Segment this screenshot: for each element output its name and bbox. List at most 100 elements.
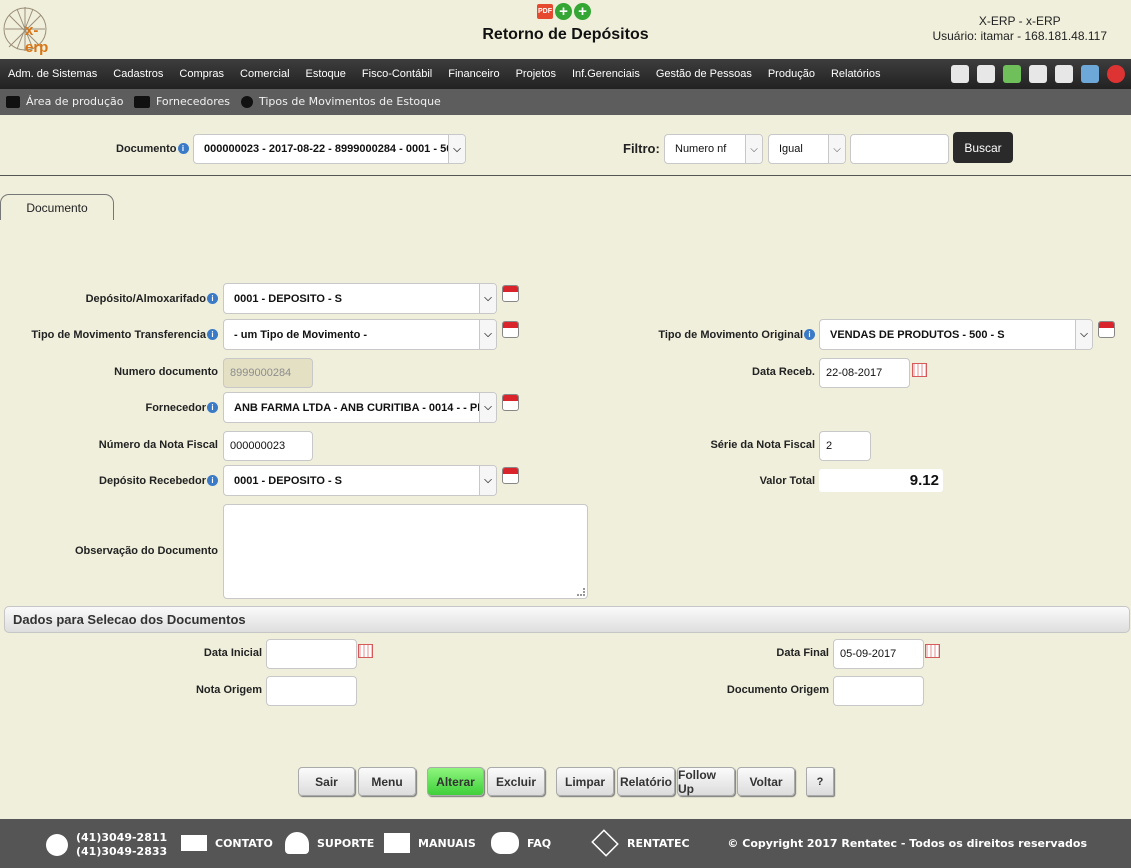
tab-documento[interactable]: Documento xyxy=(0,194,114,220)
help-button[interactable]: ? xyxy=(806,767,834,796)
toolbar-icons xyxy=(951,65,1125,83)
valor-total-value: 9.12 xyxy=(819,469,943,492)
footer-contato[interactable]: CONTATO xyxy=(181,835,273,851)
menu-inf-gerenciais[interactable]: Inf.Gerenciais xyxy=(572,68,640,80)
limpar-button[interactable]: Limpar xyxy=(556,767,614,796)
fornecedor-select[interactable]: ANB FARMA LTDA - ANB CURITIBA - 0014 - -… xyxy=(223,392,497,423)
calendar-icon[interactable] xyxy=(502,285,519,302)
date-picker-icon[interactable] xyxy=(358,644,373,658)
network-icon[interactable] xyxy=(1081,65,1099,83)
calendar-icon[interactable] xyxy=(502,321,519,338)
footer-suporte[interactable]: SUPORTE xyxy=(285,832,374,854)
relatorio-button[interactable]: Relatório xyxy=(617,767,675,796)
filter-field-select[interactable]: Numero nf ⌵ xyxy=(664,134,763,164)
menu-adm-sistemas[interactable]: Adm. de Sistemas xyxy=(8,68,97,80)
tipo-original-select-value: VENDAS DE PRODUTOS - 500 - S xyxy=(830,328,1005,341)
info-icon[interactable]: i xyxy=(207,293,218,304)
power-icon[interactable] xyxy=(1107,65,1125,83)
shortcut-fornecedores[interactable]: Fornecedores xyxy=(134,95,230,108)
calendar-icon[interactable] xyxy=(1098,321,1115,338)
voltar-button[interactable]: Voltar xyxy=(737,767,795,796)
data-receb-input[interactable]: 22-08-2017 xyxy=(819,358,910,388)
menu-cadastros[interactable]: Cadastros xyxy=(113,68,163,80)
info-icon[interactable]: i xyxy=(804,329,815,340)
footer-faq-label: FAQ xyxy=(527,836,552,850)
list-icon[interactable] xyxy=(1055,65,1073,83)
observacao-textarea[interactable] xyxy=(223,504,588,599)
menu-fisco-contabil[interactable]: Fisco-Contábil xyxy=(362,68,432,80)
footer-rentatec[interactable]: RENTATEC xyxy=(591,829,690,857)
buscar-button[interactable]: Buscar xyxy=(953,132,1013,163)
fornecedor-label: Fornecedor i xyxy=(145,402,218,414)
deposito-label-text: Depósito/Almoxarifado xyxy=(85,293,206,305)
serie-input[interactable]: 2 xyxy=(819,431,871,461)
data-final-input[interactable]: 05-09-2017 xyxy=(833,639,924,669)
date-picker-icon[interactable] xyxy=(912,363,927,377)
menu-projetos[interactable]: Projetos xyxy=(516,68,556,80)
calendar-icon[interactable] xyxy=(502,394,519,411)
recycle-icon[interactable] xyxy=(1003,65,1021,83)
data-inicial-input[interactable] xyxy=(266,639,357,669)
chevron-down-icon: ⌵ xyxy=(479,466,496,495)
nota-fiscal-input[interactable]: 000000023 xyxy=(223,431,313,461)
menu-relatorios[interactable]: Relatórios xyxy=(831,68,881,80)
menu-financeiro[interactable]: Financeiro xyxy=(448,68,499,80)
menu-estoque[interactable]: Estoque xyxy=(306,68,346,80)
add-new-icon[interactable]: + xyxy=(574,3,591,20)
shortcut-label: Tipos de Movimentos de Estoque xyxy=(259,95,441,108)
document-icon[interactable] xyxy=(1029,65,1047,83)
info-icon[interactable]: i xyxy=(177,143,189,154)
documento-select-value: 000000023 - 2017-08-22 - 8999000284 - 00… xyxy=(204,143,459,155)
header-actions: PDF + + xyxy=(537,3,591,20)
filter-operator-select[interactable]: Igual ⌵ xyxy=(768,134,846,164)
menu-compras[interactable]: Compras xyxy=(179,68,224,80)
phone-number-1: (41)3049-2811 xyxy=(76,831,168,844)
numero-doc-input: 8999000284 xyxy=(223,358,313,388)
nota-origem-input[interactable] xyxy=(266,676,357,706)
date-picker-icon[interactable] xyxy=(925,644,940,658)
footer-faq[interactable]: FAQ xyxy=(491,832,551,854)
tipo-transf-select[interactable]: - um Tipo de Movimento - ⌵ xyxy=(223,319,497,350)
info-icon[interactable]: i xyxy=(207,329,218,340)
info-icon[interactable]: i xyxy=(207,402,218,413)
menu-gestao-pessoas[interactable]: Gestão de Pessoas xyxy=(656,68,752,80)
phone-icon xyxy=(46,834,68,856)
doc-origem-label: Documento Origem xyxy=(726,684,829,696)
factory-icon xyxy=(6,95,20,108)
chevron-down-icon: ⌵ xyxy=(479,284,496,313)
resize-handle-icon[interactable] xyxy=(577,588,585,596)
books-icon xyxy=(384,833,410,853)
main-menu: Adm. de Sistemas Cadastros Compras Comer… xyxy=(0,59,1131,89)
deposito-receb-select[interactable]: 0001 - DEPOSITO - S ⌵ xyxy=(223,465,497,496)
pdf-icon[interactable]: PDF xyxy=(537,4,553,19)
deposito-receb-label: Depósito Recebedor i xyxy=(99,475,218,487)
menu-button[interactable]: Menu xyxy=(358,767,416,796)
page-title-text: Retorno de Depósitos xyxy=(482,26,649,43)
alterar-button[interactable]: Alterar xyxy=(427,767,484,796)
deposito-select[interactable]: 0001 - DEPOSITO - S ⌵ xyxy=(223,283,497,314)
numero-doc-label: Numero documento xyxy=(114,366,218,378)
calendar-icon[interactable] xyxy=(502,467,519,484)
move-icon xyxy=(241,95,253,108)
home-icon[interactable] xyxy=(951,65,969,83)
tipo-original-select[interactable]: VENDAS DE PRODUTOS - 500 - S ⌵ xyxy=(819,319,1093,350)
excluir-button[interactable]: Excluir xyxy=(487,767,545,796)
info-icon[interactable]: i xyxy=(207,475,218,486)
filter-search-input[interactable] xyxy=(850,134,949,164)
follow-up-button[interactable]: Follow Up xyxy=(677,767,735,796)
footer-phones: (41)3049-2811 (41)3049-2833 xyxy=(46,831,167,859)
print-icon[interactable] xyxy=(977,65,995,83)
menu-comercial[interactable]: Comercial xyxy=(240,68,290,80)
shortcut-area-producao[interactable]: Área de produção xyxy=(6,95,124,108)
menu-producao[interactable]: Produção xyxy=(768,68,815,80)
shortcut-bar: Área de produção Fornecedores Tipos de M… xyxy=(0,89,1131,115)
add-icon[interactable]: + xyxy=(555,3,572,20)
footer-copyright: © Copyright 2017 Rentatec - Todos os dir… xyxy=(727,837,1087,850)
footer-suporte-label: SUPORTE xyxy=(317,836,375,850)
doc-origem-input[interactable] xyxy=(833,676,924,706)
shortcut-tipos-movimentos[interactable]: Tipos de Movimentos de Estoque xyxy=(241,95,441,108)
rentatec-logo-icon xyxy=(591,829,619,857)
footer-manuais[interactable]: MANUAIS xyxy=(384,833,476,853)
sair-button[interactable]: Sair xyxy=(298,767,355,796)
documento-select[interactable]: 000000023 - 2017-08-22 - 8999000284 - 00… xyxy=(193,134,466,164)
